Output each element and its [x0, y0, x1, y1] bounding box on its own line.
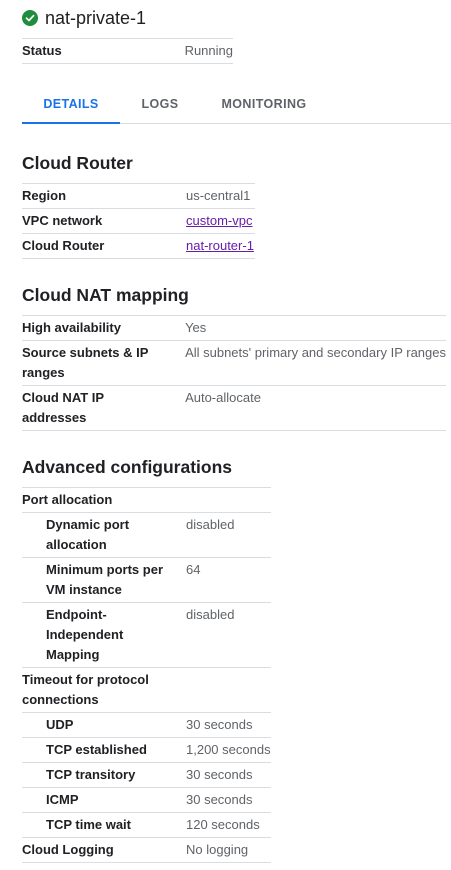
icmp-label: ICMP — [22, 787, 186, 813]
status-label: Status — [22, 38, 185, 64]
nat-ip-addresses-label: Cloud NAT IP addresses — [22, 385, 186, 431]
dynamic-port-row: Dynamic port allocation disabled — [22, 512, 271, 558]
cloud-router-link[interactable]: nat-router-1 — [186, 238, 254, 253]
nat-ip-addresses-value: Auto-allocate — [185, 385, 446, 431]
section-title-cloud-router: Cloud Router — [22, 153, 133, 173]
tcp-time-wait-value: 120 seconds — [186, 812, 271, 838]
tab-logs[interactable]: LOGS — [128, 88, 192, 124]
tab-details[interactable]: DETAILS — [22, 88, 120, 124]
dynamic-port-value: disabled — [186, 512, 271, 558]
udp-value: 30 seconds — [186, 712, 271, 738]
tcp-transitory-label: TCP transitory — [22, 762, 186, 788]
timeout-label: Timeout for protocol connections — [22, 667, 186, 713]
cloud-logging-value: No logging — [186, 837, 271, 863]
min-ports-row: Minimum ports per VM instance 64 — [22, 557, 271, 603]
endpoint-independent-mapping-row: Endpoint-Independent Mapping disabled — [22, 602, 271, 668]
high-availability-value: Yes — [185, 315, 446, 341]
icmp-value: 30 seconds — [186, 787, 271, 813]
udp-row: UDP 30 seconds — [22, 712, 271, 738]
status-table: Status Running — [22, 38, 233, 64]
check-circle-icon — [22, 10, 38, 26]
tcp-time-wait-label: TCP time wait — [22, 812, 186, 838]
cloud-router-table: Region us-central1 VPC network custom-vp… — [22, 183, 255, 259]
min-ports-value: 64 — [186, 557, 271, 603]
region-value: us-central1 — [186, 183, 255, 209]
port-allocation-label: Port allocation — [22, 487, 186, 513]
status-row: Status Running — [22, 38, 233, 64]
cloud-router-label: Cloud Router — [22, 233, 186, 259]
cloud-router-row: Cloud Router nat-router-1 — [22, 233, 255, 259]
endpoint-independent-mapping-value: disabled — [186, 602, 271, 668]
vpc-network-row: VPC network custom-vpc — [22, 208, 255, 234]
cloud-logging-row: Cloud Logging No logging — [22, 837, 271, 863]
page-header: nat-private-1 — [22, 6, 146, 30]
min-ports-label: Minimum ports per VM instance — [22, 557, 186, 603]
udp-label: UDP — [22, 712, 186, 738]
endpoint-independent-mapping-label: Endpoint-Independent Mapping — [22, 602, 186, 668]
vpc-network-label: VPC network — [22, 208, 186, 234]
page-title: nat-private-1 — [45, 7, 147, 28]
source-subnets-value: All subnets' primary and secondary IP ra… — [185, 340, 446, 386]
tcp-established-label: TCP established — [22, 737, 186, 763]
status-value: Running — [184, 38, 233, 64]
nat-ip-addresses-row: Cloud NAT IP addresses Auto-allocate — [22, 385, 446, 431]
high-availability-row: High availability Yes — [22, 315, 446, 341]
vpc-network-link[interactable]: custom-vpc — [186, 213, 252, 228]
tcp-time-wait-row: TCP time wait 120 seconds — [22, 812, 271, 838]
tcp-transitory-row: TCP transitory 30 seconds — [22, 762, 271, 788]
timeout-row: Timeout for protocol connections — [22, 667, 271, 713]
tab-bar: DETAILS LOGS MONITORING — [22, 88, 451, 124]
region-label: Region — [22, 183, 186, 209]
section-title-advanced: Advanced configurations — [22, 457, 233, 477]
high-availability-label: High availability — [22, 315, 186, 341]
icmp-row: ICMP 30 seconds — [22, 787, 271, 813]
dynamic-port-label: Dynamic port allocation — [22, 512, 186, 558]
source-subnets-label: Source subnets & IP ranges — [22, 340, 186, 386]
source-subnets-row: Source subnets & IP ranges All subnets' … — [22, 340, 446, 386]
tab-monitoring[interactable]: MONITORING — [212, 88, 316, 124]
advanced-config-table: Port allocation Dynamic port allocation … — [22, 487, 271, 863]
cloud-logging-label: Cloud Logging — [22, 837, 186, 863]
region-row: Region us-central1 — [22, 183, 255, 209]
tcp-established-value: 1,200 seconds — [186, 737, 271, 763]
nat-mapping-table: High availability Yes Source subnets & I… — [22, 315, 446, 431]
tcp-transitory-value: 30 seconds — [186, 762, 271, 788]
tcp-established-row: TCP established 1,200 seconds — [22, 737, 271, 763]
port-allocation-row: Port allocation — [22, 487, 271, 513]
section-title-nat-mapping: Cloud NAT mapping — [22, 285, 189, 305]
